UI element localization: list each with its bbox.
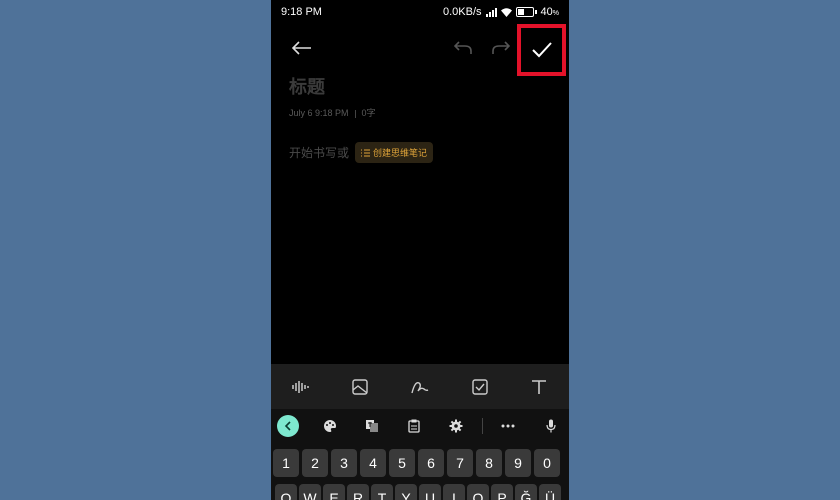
key-8[interactable]: 8 [476,449,502,477]
text-format-icon[interactable] [525,373,553,401]
palette-icon[interactable] [318,415,342,437]
word-count: 0字 [361,108,376,118]
note-date: July 6 9:18 PM [289,108,349,118]
translate-icon[interactable] [360,415,384,437]
note-meta: July 6 9:18 PM 0字 [289,106,376,119]
key-1[interactable]: 1 [273,449,299,477]
key-t[interactable]: T [371,484,393,500]
key-r[interactable]: R [347,484,369,500]
battery-icon [515,7,534,17]
more-icon[interactable] [496,415,520,437]
status-time: 9:18 PM [281,6,322,18]
keyboard: 1 2 3 4 5 6 7 8 9 0 Q W E R T Y U I O P … [271,409,569,500]
redo-icon [492,41,510,54]
key-e[interactable]: E [323,484,345,500]
image-icon[interactable] [346,373,374,401]
key-w[interactable]: W [299,484,321,500]
redo-button[interactable] [489,36,513,60]
phone-screen: 9:18 PM 0.0KB/s 40% 标题 July 6 9:18 PM 0字 … [271,0,569,500]
note-title-input[interactable]: 标题 [289,73,325,99]
meta-divider [354,109,356,118]
key-y[interactable]: Y [395,484,417,500]
note-body-input[interactable]: 开始书写或 创建思维笔记 [289,142,434,163]
key-i[interactable]: I [443,484,465,500]
battery-tip [534,10,537,14]
undo-button[interactable] [451,36,475,60]
back-button[interactable] [289,36,315,60]
status-indicators: 0.0KB/s 40% [443,6,559,18]
number-key-row: 1 2 3 4 5 6 7 8 9 0 [273,449,560,477]
key-5[interactable]: 5 [389,449,415,477]
microphone-icon[interactable] [539,415,563,437]
battery-unit: % [552,10,559,17]
toolbar-divider [482,418,483,434]
keyboard-toolbar [271,409,569,443]
key-u-umlaut[interactable]: Ü [539,484,561,500]
keyboard-collapse-icon[interactable] [277,415,299,437]
key-q[interactable]: Q [275,484,297,500]
undo-icon [454,41,472,54]
list-icon [361,149,371,156]
battery-level: 40% [541,6,559,18]
key-4[interactable]: 4 [360,449,386,477]
key-p[interactable]: P [491,484,513,500]
body-placeholder: 开始书写或 [289,146,350,160]
voice-wave-icon[interactable] [287,373,315,401]
key-u[interactable]: U [419,484,441,500]
clipboard-icon[interactable] [402,415,426,437]
mindmap-button-label: 创建思维笔记 [373,148,428,158]
save-checkmark-button[interactable] [517,24,566,76]
status-bar: 9:18 PM 0.0KB/s 40% [271,0,569,24]
key-3[interactable]: 3 [331,449,357,477]
key-6[interactable]: 6 [418,449,444,477]
settings-gear-icon[interactable] [444,415,468,437]
signal-icon [485,7,497,17]
battery-percent: 40 [540,6,553,18]
key-9[interactable]: 9 [505,449,531,477]
back-arrow-icon [292,41,311,55]
create-mindmap-button[interactable]: 创建思维笔记 [355,142,434,163]
network-speed: 0.0KB/s [442,6,482,18]
handwriting-icon[interactable] [406,373,434,401]
checkbox-icon[interactable] [466,373,494,401]
letter-key-row: Q W E R T Y U I O P Ğ Ü [275,484,561,500]
key-2[interactable]: 2 [302,449,328,477]
key-g-breve[interactable]: Ğ [515,484,537,500]
key-o[interactable]: O [467,484,489,500]
format-toolbar [271,364,569,409]
key-7[interactable]: 7 [447,449,473,477]
key-0[interactable]: 0 [534,449,560,477]
wifi-icon [500,7,512,17]
checkmark-icon [531,42,552,58]
